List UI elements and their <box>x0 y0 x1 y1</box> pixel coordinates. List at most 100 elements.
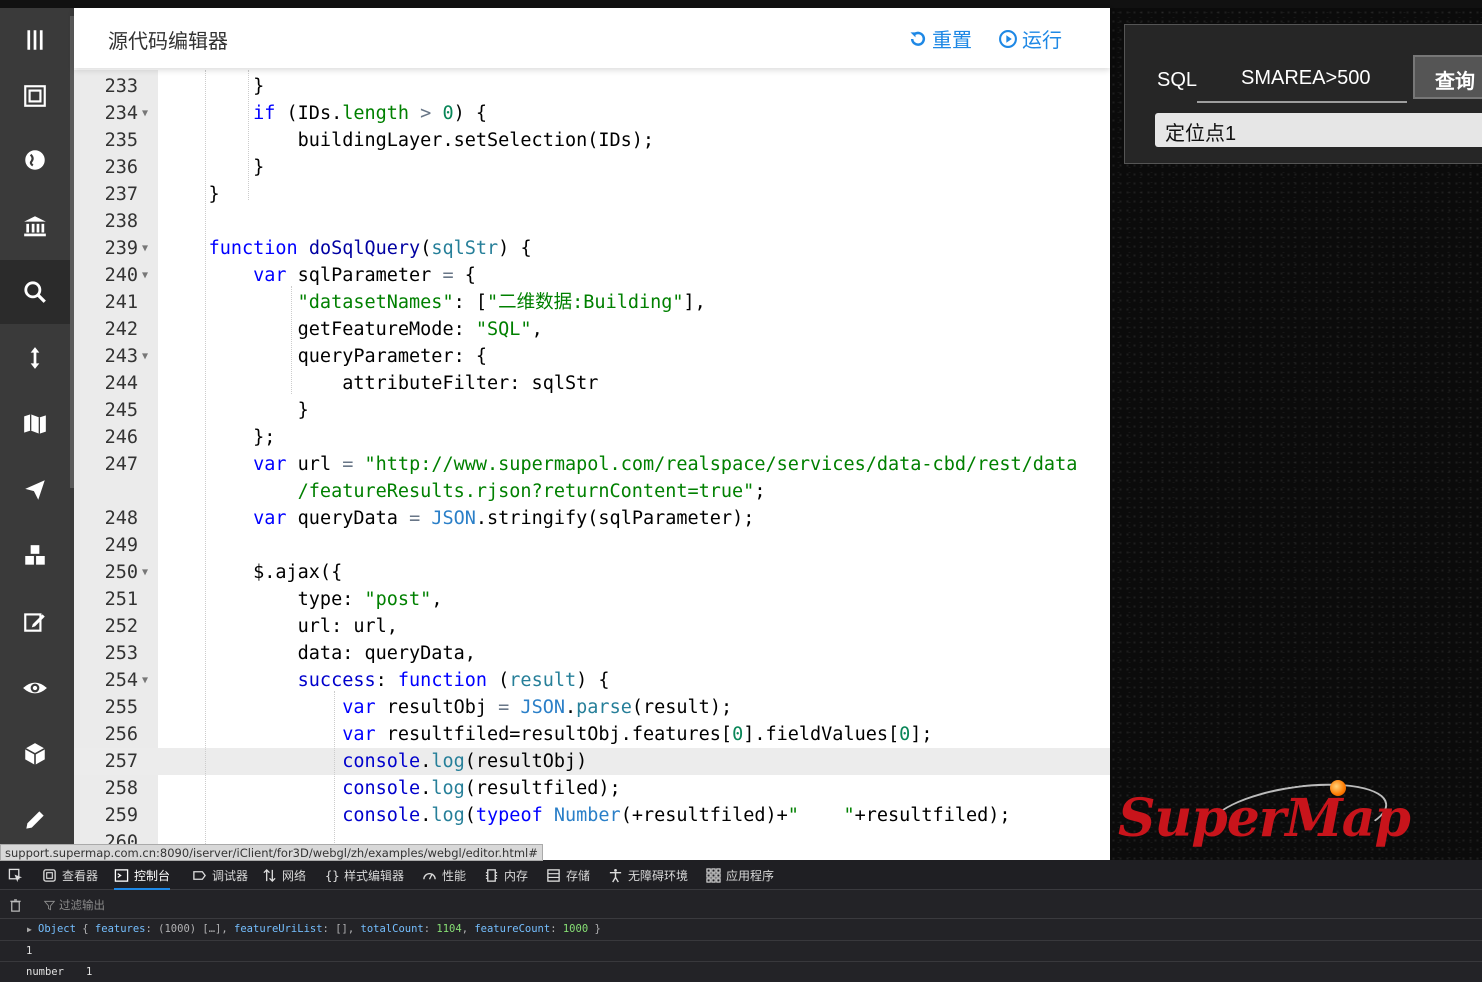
line-number: 248 <box>104 508 138 529</box>
code-line[interactable]: 238 <box>74 208 1110 235</box>
fold-toggle-icon[interactable]: ▼ <box>142 343 148 370</box>
search-icon[interactable] <box>0 260 70 324</box>
code-line[interactable]: 254 ▼ success: function (result) { <box>74 667 1110 694</box>
code-line[interactable]: 248 var queryData = JSON.stringify(sqlPa… <box>74 505 1110 532</box>
devtools-tab-label: 无障碍环境 <box>628 868 689 883</box>
left-sidebar <box>0 8 74 860</box>
devtools-tab[interactable]: 网络 <box>262 860 306 890</box>
pick-element-icon[interactable] <box>8 860 23 890</box>
code-line[interactable]: 244 attributeFilter: sqlStr <box>74 370 1110 397</box>
code-line[interactable]: 251 type: "post", <box>74 586 1110 613</box>
devtools-tabbar: 查看器 控制台 调试器 网络 {} 样式编辑器 性能 内存 存储 无障碍环境 应用程序 <box>0 860 1482 890</box>
devtools-tab[interactable]: 存储 <box>546 860 590 890</box>
code-line[interactable]: 252 url: url, <box>74 613 1110 640</box>
console-label: number <box>26 966 64 978</box>
cube-icon[interactable] <box>0 722 70 786</box>
code-line[interactable]: 245 } <box>74 397 1110 424</box>
devtools-tab[interactable]: 性能 <box>422 860 466 890</box>
code-line[interactable]: 259 console.log(typeof Number(+resultfil… <box>74 802 1110 829</box>
code-line[interactable]: 241 "datasetNames": ["二维数据:Building"], <box>74 289 1110 316</box>
code-line[interactable]: 237 } <box>74 181 1110 208</box>
frame-icon[interactable] <box>0 64 70 128</box>
code-area[interactable]: 233 } 234 ▼ if (IDs.length > 0) {235 build… <box>74 70 1110 860</box>
inspector-icon <box>43 868 56 882</box>
editor-title: 源代码编辑器 <box>108 29 228 53</box>
map-icon[interactable] <box>0 392 70 456</box>
query-button[interactable]: 查询 <box>1413 55 1482 99</box>
line-number: 254 <box>104 670 138 691</box>
code-text: function doSqlQuery(sqlStr) { <box>208 238 532 259</box>
code-line[interactable]: 243 ▼ queryParameter: { <box>74 343 1110 370</box>
line-number: 252 <box>104 616 138 637</box>
code-text: var queryData = JSON.stringify(sqlParame… <box>253 508 755 529</box>
devtools-tab[interactable]: {} 样式编辑器 <box>324 860 404 890</box>
devtools-tab[interactable]: 查看器 <box>42 860 98 890</box>
building-icon[interactable] <box>0 194 70 258</box>
accessibility-icon <box>609 868 622 882</box>
top-strip <box>0 0 1482 8</box>
code-line[interactable]: 255 var resultObj = JSON.parse(result); <box>74 694 1110 721</box>
devtools-tab-label: 控制台 <box>134 868 171 883</box>
indent-guide <box>291 286 292 394</box>
console-key: totalCount <box>360 923 424 935</box>
pencil-icon[interactable] <box>0 788 70 852</box>
code-text: console.log(resultfiled); <box>342 778 621 799</box>
fold-toggle-icon[interactable]: ▼ <box>142 100 148 127</box>
code-line[interactable]: 249 <box>74 532 1110 559</box>
globe-icon[interactable] <box>0 128 70 192</box>
line-number: 258 <box>104 778 138 799</box>
location-select[interactable]: 定位点1 <box>1155 113 1482 147</box>
code-text: if (IDs.length > 0) { <box>253 103 488 124</box>
play-icon <box>999 29 1017 48</box>
status-url: support.supermap.com.cn:8090/iserver/iCl… <box>0 844 543 861</box>
devtools-tab[interactable]: 无障碍环境 <box>608 860 688 890</box>
vertical-arrow-icon[interactable] <box>0 326 70 390</box>
code-line[interactable]: 250 ▼ $.ajax({ <box>74 559 1110 586</box>
code-line[interactable]: 235 buildingLayer.setSelection(IDs); <box>74 127 1110 154</box>
devtools-tab[interactable]: 调试器 <box>192 860 248 890</box>
map-viewport[interactable]: SQL SMAREA>500 查询 定位点1 SuperMap <box>1110 8 1482 860</box>
devtools-tab[interactable]: 控制台 <box>114 860 171 890</box>
devtools-tab[interactable]: 内存 <box>484 860 528 890</box>
menu-icon[interactable] <box>0 8 70 72</box>
code-line[interactable]: /featureResults.rjson?returnContent=true… <box>74 478 1110 505</box>
line-number: 240 <box>104 265 138 286</box>
line-number: 242 <box>104 319 138 340</box>
fold-toggle-icon[interactable]: ▼ <box>142 559 148 586</box>
code-line[interactable]: 258 console.log(resultfiled); <box>74 775 1110 802</box>
code-line[interactable]: 257 console.log(resultObj) <box>74 748 1110 775</box>
fold-toggle-icon[interactable]: ▼ <box>142 262 148 289</box>
console-row-typeof: number 1 <box>0 962 1482 982</box>
sql-input[interactable]: SMAREA>500 <box>1197 61 1407 103</box>
paper-plane-icon[interactable] <box>0 458 70 522</box>
code-text: url: url, <box>164 616 398 637</box>
console-icon <box>114 868 129 882</box>
console-key: featureUriList <box>234 923 323 935</box>
console-row-object[interactable]: ▶ Object { features: (1000) […], feature… <box>0 919 1482 941</box>
eye-icon[interactable] <box>0 656 70 720</box>
filter-icon <box>44 900 55 910</box>
line-number: 235 <box>104 130 138 151</box>
devtools-tab[interactable]: 应用程序 <box>706 860 774 890</box>
filter-input[interactable]: 过滤输出 <box>44 897 105 913</box>
code-line[interactable]: 242 getFeatureMode: "SQL", <box>74 316 1110 343</box>
indent-guide <box>248 70 249 200</box>
fold-toggle-icon[interactable]: ▼ <box>142 235 148 262</box>
code-line[interactable]: 239 ▼ function doSqlQuery(sqlStr) { <box>74 235 1110 262</box>
edit-icon[interactable] <box>0 590 70 654</box>
trash-icon[interactable] <box>8 891 23 919</box>
code-line[interactable]: 247 var url = "http://www.supermapol.com… <box>74 451 1110 478</box>
code-line[interactable]: 240 ▼ var sqlParameter = { <box>74 262 1110 289</box>
code-line[interactable]: 234 ▼ if (IDs.length > 0) { <box>74 100 1110 127</box>
fold-toggle-icon[interactable]: ▼ <box>142 667 148 694</box>
cubes-icon[interactable] <box>0 524 70 588</box>
devtools-tab-label: 内存 <box>504 868 529 883</box>
network-icon <box>263 868 276 882</box>
code-line[interactable]: 236 } <box>74 154 1110 181</box>
code-line[interactable]: 233 } <box>74 73 1110 100</box>
code-line[interactable]: 256 var resultfiled=resultObj.features[0… <box>74 721 1110 748</box>
run-button[interactable]: 运行 <box>998 24 1062 53</box>
code-line[interactable]: 246 }; <box>74 424 1110 451</box>
code-line[interactable]: 253 data: queryData, <box>74 640 1110 667</box>
reset-button[interactable]: 重置 <box>908 24 972 53</box>
